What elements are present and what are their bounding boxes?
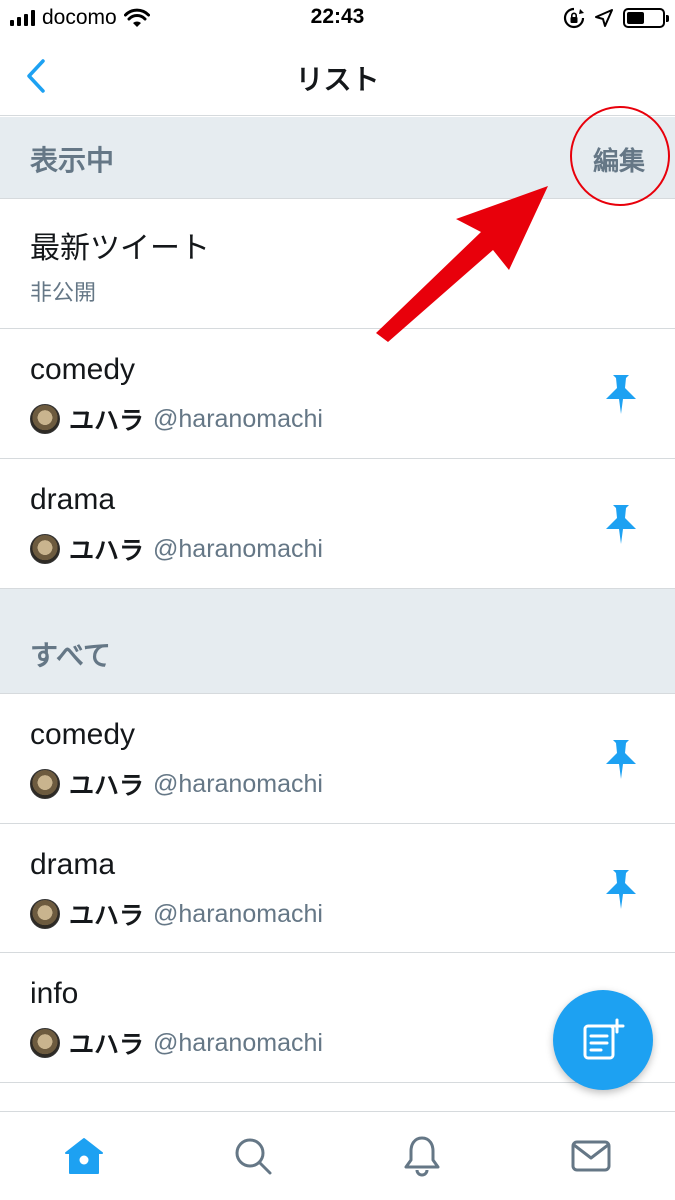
list-name: drama [30, 848, 116, 881]
owner-handle: @haranomachi [153, 1028, 323, 1057]
section-title-all: すべて [30, 639, 111, 672]
location-icon [595, 9, 613, 27]
tab-bar [0, 1111, 675, 1200]
status-left: docomo [10, 6, 150, 30]
status-bar: docomo 22:43 [0, 0, 675, 36]
owner-name: ユハラ [69, 771, 145, 800]
battery-icon [623, 8, 669, 28]
chevron-left-icon [27, 59, 45, 93]
owner-name: ユハラ [69, 406, 145, 435]
list-item[interactable] [0, 1083, 675, 1111]
tab-home[interactable] [0, 1112, 169, 1200]
rotation-lock-icon [563, 7, 585, 29]
list-item[interactable]: drama ユハラ @haranomachi [0, 459, 675, 589]
avatar [30, 1028, 60, 1058]
avatar [30, 899, 60, 929]
owner-handle: @haranomachi [153, 534, 323, 563]
list-item[interactable]: comedy ユハラ @haranomachi [0, 694, 675, 824]
owner-name: ユハラ [69, 901, 145, 930]
bell-icon [404, 1136, 440, 1177]
home-icon [65, 1138, 104, 1174]
pin-icon [606, 870, 636, 909]
search-icon [235, 1138, 272, 1175]
pin-button[interactable] [599, 734, 643, 784]
tab-messages[interactable] [506, 1112, 675, 1200]
avatar [30, 534, 60, 564]
status-right [563, 7, 669, 29]
list-owner: ユハラ @haranomachi [30, 768, 323, 800]
list-item[interactable]: drama ユハラ @haranomachi [0, 824, 675, 953]
list-visibility: 非公開 [30, 281, 97, 306]
list-owner: ユハラ @haranomachi [30, 403, 323, 435]
wifi-icon [123, 8, 150, 27]
section-header-all: すべて [0, 589, 675, 694]
pin-button[interactable] [599, 369, 643, 419]
owner-handle: @haranomachi [153, 899, 323, 928]
back-button[interactable] [14, 54, 58, 98]
carrier-label: docomo [42, 6, 117, 29]
list-name: comedy [30, 718, 136, 751]
list-name: 最新ツイート [30, 232, 210, 265]
list-item[interactable]: comedy ユハラ @haranomachi [0, 329, 675, 459]
owner-handle: @haranomachi [153, 769, 323, 798]
pin-icon [606, 375, 636, 414]
pin-icon [606, 740, 636, 779]
edit-button[interactable]: 編集 [593, 141, 645, 178]
list-item[interactable]: 最新ツイート 非公開 [0, 199, 675, 329]
avatar [30, 769, 60, 799]
create-list-button[interactable] [553, 990, 653, 1090]
owner-handle: @haranomachi [153, 404, 323, 433]
pin-icon [606, 505, 636, 544]
owner-name: ユハラ [69, 536, 145, 565]
owner-name: ユハラ [69, 1030, 145, 1059]
section-title-showing: 表示中 [30, 144, 115, 177]
mail-icon [571, 1140, 611, 1172]
nav-bar: リスト [0, 36, 675, 116]
compose-list-icon [583, 1018, 625, 1060]
list-name: comedy [30, 353, 136, 386]
page-title: リスト [295, 63, 380, 96]
list-owner: ユハラ @haranomachi [30, 898, 323, 930]
list-name: drama [30, 483, 116, 516]
list-name: info [30, 977, 79, 1010]
list-owner: ユハラ @haranomachi [30, 533, 323, 565]
section-header-showing: 表示中 編集 [0, 117, 675, 199]
signal-icon [10, 10, 35, 26]
tab-search[interactable] [169, 1112, 338, 1200]
pin-button[interactable] [599, 499, 643, 549]
tab-notifications[interactable] [338, 1112, 507, 1200]
list-owner: ユハラ @haranomachi [30, 1027, 323, 1059]
pin-button[interactable] [599, 864, 643, 914]
avatar [30, 404, 60, 434]
